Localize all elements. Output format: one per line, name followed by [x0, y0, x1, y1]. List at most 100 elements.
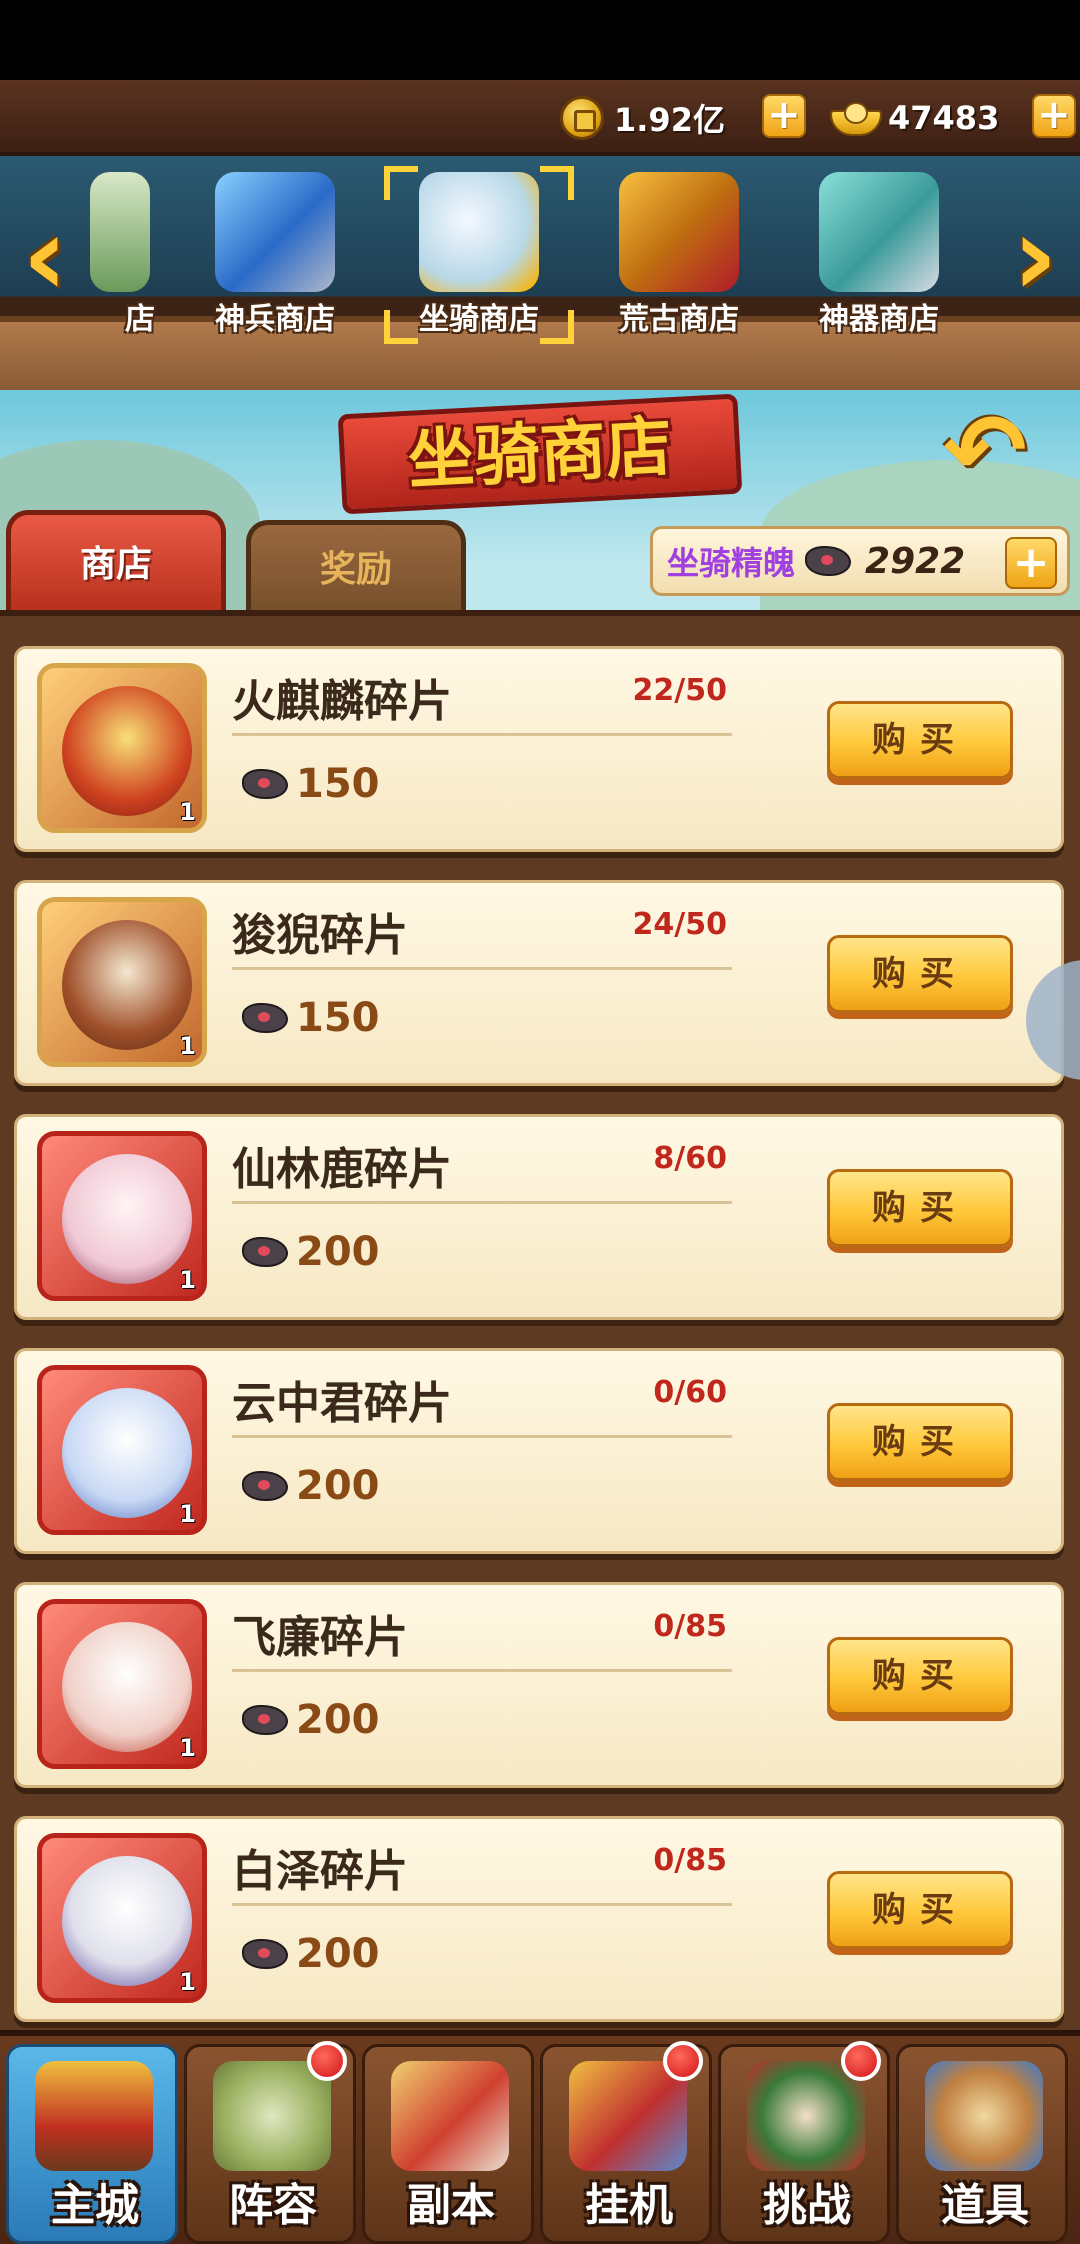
price-value: 200 — [296, 1229, 380, 1275]
add-ingots-button[interactable]: + — [1032, 94, 1076, 138]
buy-button[interactable]: 购买 — [827, 1403, 1013, 1481]
item-thumbnail[interactable]: 1 — [37, 1833, 207, 2003]
divider — [232, 967, 732, 970]
item-name: 白泽碎片 — [232, 1846, 408, 1897]
nav-challenge[interactable]: 挑战 — [718, 2041, 890, 2244]
status-bar — [0, 0, 1080, 80]
price-value: 150 — [296, 995, 380, 1041]
shop-tab-divine-weapons[interactable]: 神兵商店 — [180, 164, 370, 344]
selection-bracket — [384, 166, 418, 200]
notification-dot — [841, 2041, 881, 2081]
item-progress: 22/50 — [632, 673, 727, 708]
item-progress: 0/85 — [653, 1609, 727, 1644]
shop-banner: 坐骑商店 ↶ 商店 奖励 坐骑精魄 2922 + — [0, 390, 1080, 610]
divider — [232, 1435, 732, 1438]
shop-tab-label: 神器商店 — [819, 302, 939, 337]
nav-lineup[interactable]: 阵容 — [184, 2041, 356, 2244]
item-thumbnail[interactable]: 1 — [37, 663, 207, 833]
nav-label: 挑战 — [763, 2180, 851, 2231]
nav-idle[interactable]: 挂机 — [540, 2041, 712, 2244]
item-price: 200 — [242, 1931, 380, 1977]
item-price: 200 — [242, 1229, 380, 1275]
list-item: 1 白泽碎片 0/85 200 购买 — [14, 1816, 1064, 2022]
item-thumbnail[interactable]: 1 — [37, 897, 207, 1067]
list-item: 1 仙林鹿碎片 8/60 200 购买 — [14, 1114, 1064, 1320]
shop-tab-partial[interactable]: 店 — [20, 164, 155, 344]
buy-button[interactable]: 购买 — [827, 1169, 1013, 1247]
add-essence-button[interactable]: + — [1005, 537, 1057, 589]
item-name: 飞廉碎片 — [232, 1612, 408, 1663]
nav-main-city[interactable]: 主城 — [6, 2044, 178, 2244]
buy-button[interactable]: 购买 — [827, 701, 1013, 779]
item-count: 1 — [179, 798, 196, 826]
shop-tab-label: 坐骑商店 — [419, 302, 539, 337]
price-value: 150 — [296, 761, 380, 807]
tab-shop[interactable]: 商店 — [6, 510, 226, 610]
shop-tab-mounts[interactable]: 坐骑商店 — [384, 164, 574, 344]
bottom-nav: 主城 阵容 副本 挂机 挑战 道具 — [0, 2030, 1080, 2244]
cloud-lord-icon — [62, 1388, 192, 1518]
shop-tab-label: 店 — [125, 302, 155, 337]
deer-mount-icon — [419, 172, 539, 292]
divider — [232, 733, 732, 736]
items-icon — [925, 2061, 1043, 2171]
item-count: 1 — [179, 1032, 196, 1060]
fire-qilin-icon — [62, 686, 192, 816]
item-count: 1 — [179, 1266, 196, 1294]
main-city-icon — [35, 2061, 153, 2171]
mount-essence-icon — [805, 546, 852, 576]
nav-dungeon[interactable]: 副本 — [362, 2044, 534, 2244]
page-title: 坐骑商店 — [406, 408, 674, 499]
item-price: 150 — [242, 995, 380, 1041]
notification-dot — [307, 2041, 347, 2081]
shop-tab-artifacts[interactable]: 神器商店 — [784, 164, 974, 344]
item-thumbnail[interactable]: 1 — [37, 1365, 207, 1535]
essence-value: 2922 — [865, 540, 966, 582]
baize-icon — [62, 1856, 192, 1986]
item-count: 1 — [179, 1734, 196, 1762]
buy-button[interactable]: 购买 — [827, 935, 1013, 1013]
shop-tab-label: 神兵商店 — [215, 302, 335, 337]
item-name: 狻猊碎片 — [232, 910, 408, 961]
essence-label: 坐骑精魄 — [667, 544, 796, 582]
mount-essence-icon — [242, 1003, 288, 1033]
price-value: 200 — [296, 1697, 380, 1743]
item-name: 云中君碎片 — [232, 1378, 452, 1429]
nav-label: 挂机 — [585, 2180, 673, 2231]
list-item: 1 火麒麟碎片 22/50 150 购买 — [14, 646, 1064, 852]
gold-ingot-icon — [830, 100, 882, 136]
carousel-next-arrow-icon[interactable]: › — [1000, 201, 1070, 311]
ingots-value: 47483 — [888, 99, 1000, 137]
nav-label: 道具 — [941, 2180, 1029, 2231]
buy-button[interactable]: 购买 — [827, 1871, 1013, 1949]
mount-essence-icon — [242, 769, 288, 799]
buy-button[interactable]: 购买 — [827, 1637, 1013, 1715]
item-progress: 8/60 — [653, 1141, 727, 1176]
forest-deer-icon — [62, 1154, 192, 1284]
artifact-icon — [819, 172, 939, 292]
price-value: 200 — [296, 1463, 380, 1509]
mount-essence-display: 坐骑精魄 2922 + — [650, 526, 1070, 596]
ingots-display: 47483 — [830, 92, 999, 144]
divider — [232, 1201, 732, 1204]
item-count: 1 — [179, 1968, 196, 1996]
feilian-icon — [62, 1622, 192, 1752]
mount-essence-icon — [242, 1939, 288, 1969]
list-item: 1 狻猊碎片 24/50 150 购买 — [14, 880, 1064, 1086]
item-thumbnail[interactable]: 1 — [37, 1131, 207, 1301]
challenge-icon — [747, 2061, 865, 2171]
divider — [232, 1669, 732, 1672]
item-progress: 0/85 — [653, 1843, 727, 1878]
back-arrow-icon[interactable]: ↶ — [930, 401, 1040, 501]
mount-essence-icon — [242, 1705, 288, 1735]
shop-tab-ancient[interactable]: 荒古商店 — [584, 164, 774, 344]
item-price: 200 — [242, 1697, 380, 1743]
add-coins-button[interactable]: + — [762, 94, 806, 138]
item-name: 仙林鹿碎片 — [232, 1144, 452, 1195]
item-name: 火麒麟碎片 — [232, 676, 452, 727]
coins-value: 1.92亿 — [614, 101, 725, 139]
nav-items[interactable]: 道具 — [896, 2044, 1068, 2244]
price-value: 200 — [296, 1931, 380, 1977]
item-thumbnail[interactable]: 1 — [37, 1599, 207, 1769]
tab-rewards[interactable]: 奖励 — [246, 520, 466, 610]
